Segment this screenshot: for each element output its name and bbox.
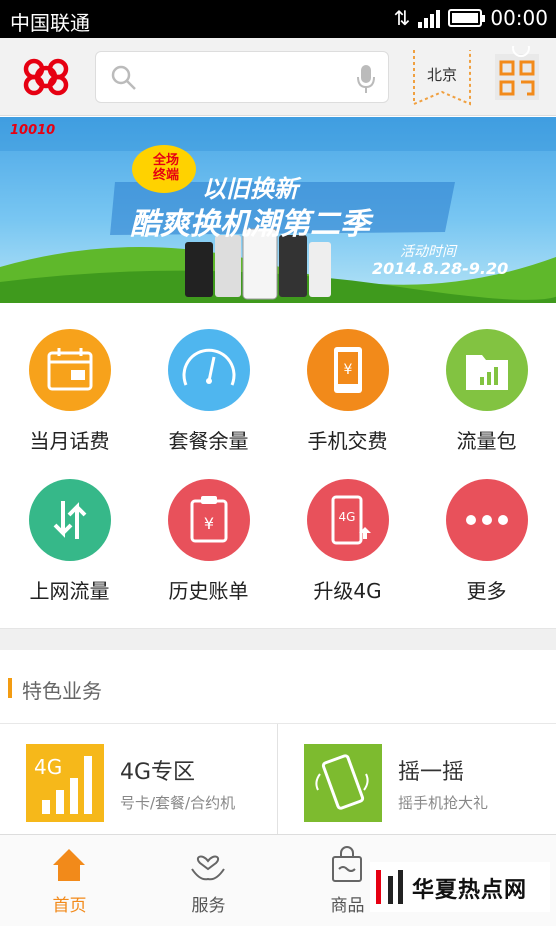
card-4g-zone[interactable]: 4G 4G专区 号卡/套餐/合约机 <box>0 724 277 834</box>
hands-heart-icon <box>191 855 225 881</box>
svg-text:4G: 4G <box>339 510 356 524</box>
section-header: 特色业务 <box>0 650 556 724</box>
section-accent-bar <box>8 678 12 698</box>
battery-icon <box>448 9 486 27</box>
tab-label: 首页 <box>52 896 87 916</box>
folder-chart-icon <box>446 329 528 411</box>
banner-badge: 全场 终端 <box>152 153 179 183</box>
gauge-icon <box>168 329 250 411</box>
grid-item-label: 升级4G <box>313 579 382 603</box>
unicom-logo-icon[interactable] <box>18 53 74 101</box>
grid-item-data-pack[interactable]: 流量包 <box>417 303 556 453</box>
top-bar: 北京 <box>0 38 556 116</box>
carrier-name: 中国联通 <box>10 11 90 35</box>
up-down-arrows-icon <box>29 479 111 561</box>
watermark: 华夏热点网 <box>370 862 550 912</box>
grid-item-label: 手机交费 <box>307 429 388 453</box>
grid-item-label: 更多 <box>466 579 507 603</box>
more-dots-icon <box>446 479 528 561</box>
grid-item-label: 流量包 <box>456 429 517 453</box>
feature-cards: 4G 4G专区 号卡/套餐/合约机 摇一摇 摇手机抢大礼 <box>0 724 556 834</box>
search-icon <box>111 65 136 90</box>
microphone-icon[interactable] <box>356 64 376 94</box>
grid-item-more[interactable]: 更多 <box>417 453 556 603</box>
card-shake[interactable]: 摇一摇 摇手机抢大礼 <box>278 724 555 834</box>
calendar-icon <box>29 329 111 411</box>
section-title: 特色业务 <box>22 679 102 703</box>
grid-item-package-balance[interactable]: 套餐余量 <box>139 303 278 453</box>
4g-signal-icon: 4G <box>26 744 104 822</box>
shake-phone-icon <box>304 744 382 822</box>
shopping-bag-icon <box>332 846 362 882</box>
search-box[interactable] <box>95 51 389 103</box>
watermark-text: 华夏热点网 <box>412 878 528 903</box>
grid-item-label: 上网流量 <box>29 579 110 603</box>
phone-yuan-icon: ¥ <box>307 329 389 411</box>
tab-home[interactable]: 首页 <box>0 835 139 927</box>
qr-scan-icon[interactable] <box>489 46 545 106</box>
watermark-logo-icon <box>376 870 403 904</box>
card-icon-text: 4G <box>34 755 62 779</box>
banner-date-range: 2014.8.28-9.20 <box>372 259 509 278</box>
card-subtitle: 号卡/套餐/合约机 <box>120 794 236 812</box>
grid-item-internet-data[interactable]: 上网流量 <box>0 453 139 603</box>
data-activity-icon: ⇅ <box>393 6 411 30</box>
grid-item-phone-payment[interactable]: ¥ 手机交费 <box>278 303 417 453</box>
card-subtitle: 摇手机抢大礼 <box>398 794 489 812</box>
clock: 00:00 <box>490 6 548 30</box>
banner-date-label: 活动时间 <box>400 244 456 260</box>
grid-item-label: 套餐余量 <box>168 429 249 453</box>
grid-item-label: 当月话费 <box>29 429 110 453</box>
tab-label: 服务 <box>191 896 226 916</box>
card-title: 4G专区 <box>120 760 196 785</box>
banner-headline2: 酷爽换机潮第二季 <box>130 207 370 242</box>
status-bar: 中国联通 ⇅ 00:00 <box>0 0 556 38</box>
grid-item-upgrade-4g[interactable]: 4G 升级4G <box>278 453 417 603</box>
grid-item-label: 历史账单 <box>168 579 249 603</box>
signal-icon <box>418 8 441 28</box>
clipboard-yuan-icon: ¥ <box>168 479 250 561</box>
card-title: 摇一摇 <box>398 760 465 785</box>
home-icon <box>53 849 85 881</box>
section-divider <box>0 628 556 650</box>
phone-4g-upgrade-icon: 4G <box>307 479 389 561</box>
grid-item-history-bill[interactable]: ¥ 历史账单 <box>139 453 278 603</box>
search-input[interactable] <box>146 62 346 92</box>
city-selector[interactable]: 北京 <box>412 48 472 108</box>
banner-brand: 10010 <box>10 123 56 138</box>
svg-text:¥: ¥ <box>344 362 353 378</box>
city-name: 北京 <box>426 66 457 84</box>
promo-banner[interactable]: 10010 全场 终端 以旧换新 酷爽换机潮第二季 活动时间 2014.8.28… <box>0 117 556 303</box>
grid-item-monthly-bill[interactable]: 当月话费 <box>0 303 139 453</box>
tab-service[interactable]: 服务 <box>139 835 278 927</box>
card-divider <box>277 724 278 834</box>
status-icons: ⇅ 00:00 <box>394 6 548 30</box>
svg-text:¥: ¥ <box>204 514 214 533</box>
function-grid: 当月话费 套餐余量 ¥ 手机交费 流量包 上网流量 ¥ 历史账单 4G 升级4G <box>0 303 556 628</box>
